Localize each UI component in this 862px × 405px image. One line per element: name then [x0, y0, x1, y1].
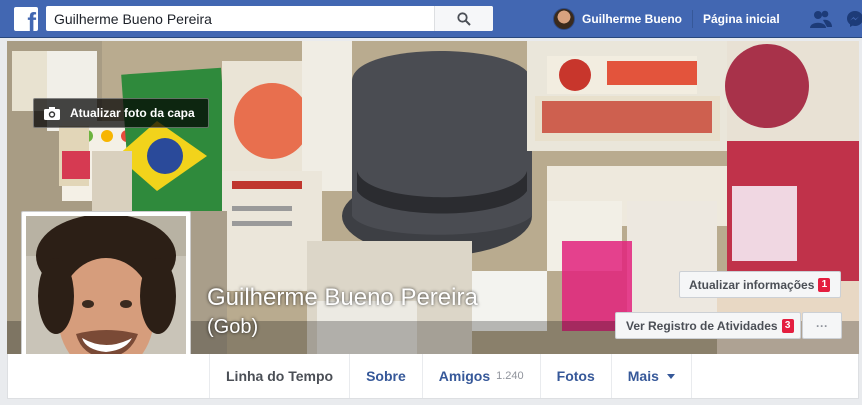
messenger-icon[interactable] — [846, 10, 862, 28]
profile-tabs: Linha do Tempo Sobre Amigos 1.240 Fotos … — [209, 354, 692, 398]
tab-friends[interactable]: Amigos 1.240 — [421, 354, 540, 398]
facebook-logo-icon[interactable]: f — [14, 7, 38, 31]
tab-more-label: Mais — [627, 368, 659, 384]
update-cover-photo-button[interactable]: Atualizar foto da capa — [33, 98, 209, 128]
user-profile-link[interactable]: Guilherme Bueno — [553, 6, 682, 32]
search-button[interactable] — [434, 6, 493, 31]
update-info-badge: 1 — [818, 277, 831, 292]
tab-about[interactable]: Sobre — [349, 354, 422, 398]
activity-log-label: Ver Registro de Atividades — [626, 318, 778, 333]
search-input[interactable] — [46, 6, 446, 31]
tab-more[interactable]: Mais — [610, 354, 692, 398]
chevron-down-icon — [666, 373, 675, 379]
search-icon — [457, 11, 471, 26]
tab-photos-label: Fotos — [556, 368, 595, 384]
nav-divider — [692, 10, 693, 28]
update-info-button[interactable]: Atualizar informações 1 — [679, 271, 841, 298]
activity-log-button[interactable]: Ver Registro de Atividades 3 — [615, 312, 801, 339]
tab-about-label: Sobre — [366, 368, 406, 384]
more-options-button[interactable]: ··· — [802, 312, 842, 339]
tab-friends-label: Amigos — [438, 368, 491, 384]
home-link[interactable]: Página inicial — [703, 12, 780, 26]
avatar — [553, 8, 575, 30]
activity-log-badge: 3 — [781, 318, 794, 333]
tab-timeline-label: Linha do Tempo — [226, 368, 334, 384]
friend-requests-icon[interactable] — [809, 9, 833, 29]
profile-name[interactable]: Guilherme Bueno Pereira — [207, 284, 478, 312]
friends-count: 1.240 — [496, 370, 524, 382]
more-options-icon: ··· — [816, 318, 828, 333]
top-navigation-bar: f Guilherme Bueno Página inicial — [0, 0, 862, 38]
camera-icon — [44, 106, 60, 120]
update-info-label: Atualizar informações — [689, 277, 815, 292]
user-name-link[interactable]: Guilherme Bueno — [582, 12, 682, 26]
profile-alternate-name: (Gob) — [207, 316, 259, 338]
profile-tabs-bar: Linha do Tempo Sobre Amigos 1.240 Fotos … — [7, 354, 859, 399]
update-cover-label: Atualizar foto da capa — [70, 106, 195, 120]
search-box — [46, 6, 493, 31]
profile-photo — [26, 214, 186, 376]
tab-timeline[interactable]: Linha do Tempo — [209, 354, 349, 398]
tab-photos[interactable]: Fotos — [539, 354, 611, 398]
